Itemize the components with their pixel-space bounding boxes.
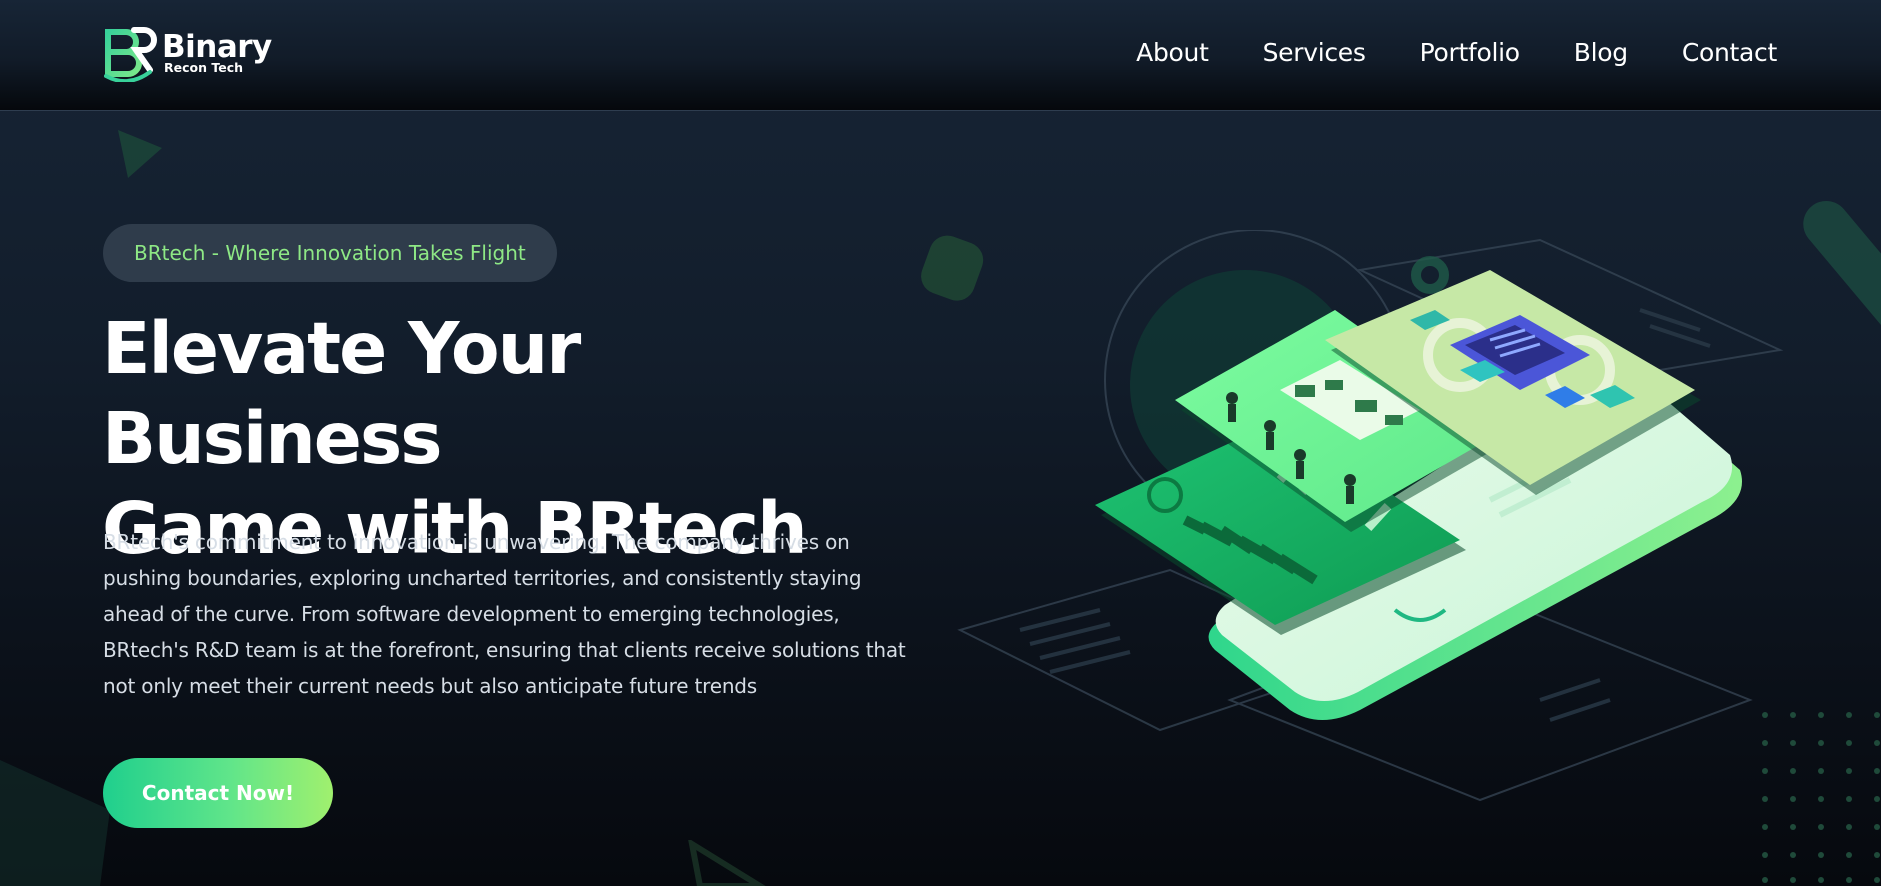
hero-title-line-1: Elevate Your Business bbox=[102, 307, 581, 480]
decor-corner-shape-left bbox=[0, 760, 110, 886]
hero-tagline-badge: BRtech - Where Innovation Takes Flight bbox=[103, 224, 557, 282]
decor-triangle-top bbox=[118, 130, 162, 178]
nav-link-about[interactable]: About bbox=[1136, 38, 1209, 67]
brand-name: Binary bbox=[162, 28, 272, 65]
main-nav: About Services Portfolio Blog Contact bbox=[1082, 38, 1777, 67]
isometric-phone-dashboard-illustration bbox=[957, 230, 1784, 802]
decor-triangle-bottom bbox=[688, 840, 766, 886]
hero-description: BRtech's commitment to innovation is unw… bbox=[103, 530, 906, 698]
contact-now-button[interactable]: Contact Now! bbox=[103, 758, 333, 828]
nav-link-portfolio[interactable]: Portfolio bbox=[1420, 38, 1520, 67]
site-header: Binary Recon Tech About Services Portfol… bbox=[0, 0, 1881, 111]
brand-logo[interactable]: Binary Recon Tech bbox=[104, 24, 272, 82]
nav-link-blog[interactable]: Blog bbox=[1574, 38, 1628, 67]
br-logo-icon bbox=[104, 27, 157, 82]
nav-link-contact[interactable]: Contact bbox=[1682, 38, 1777, 67]
nav-link-services[interactable]: Services bbox=[1263, 38, 1366, 67]
